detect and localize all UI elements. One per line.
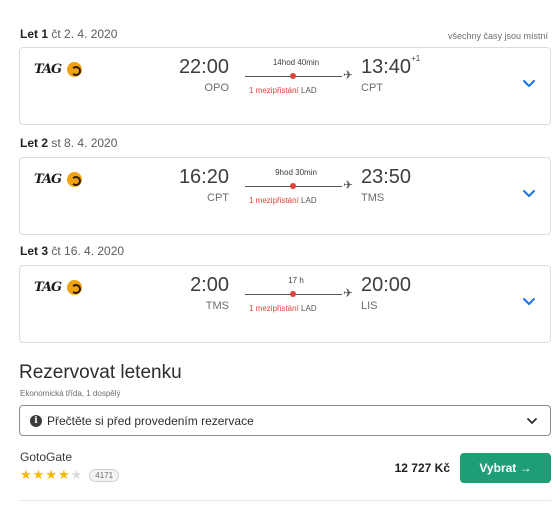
arrival-time: 23:50 — [361, 166, 411, 189]
chevron-down-icon[interactable] — [522, 76, 536, 90]
stops-count: 1 mezipřistání — [249, 196, 299, 205]
airline-emblem-icon — [67, 172, 83, 187]
star-icon: ★ — [32, 467, 45, 482]
airline-logo: TAG — [34, 280, 83, 295]
stop-dot-icon — [290, 73, 296, 79]
flight-label: Let 3 — [20, 244, 49, 258]
flight-card-1[interactable]: TAG 22:00 OPO 14hod 40min ✈ 1 mezipřistá… — [19, 47, 551, 125]
flight-duration: 14hod 40min — [272, 58, 320, 67]
star-icon: ★ — [57, 467, 70, 482]
star-empty-icon: ★ — [70, 467, 83, 482]
stop-dot-icon — [290, 183, 296, 189]
arrival-time-value: 13:40 — [361, 56, 412, 78]
stop-dot-icon — [290, 291, 296, 297]
review-count: 4171 — [89, 468, 120, 482]
flight-card-3[interactable]: TAG 2:00 TMS 17 h ✈ 1 mezipřistání LAD 2… — [19, 265, 551, 343]
stops-count: 1 mezipřistání — [249, 304, 299, 313]
flight-date: čt 16. 4. 2020 — [51, 244, 125, 258]
airline-logo: TAG — [34, 172, 83, 187]
airline-logo-text: TAG — [34, 62, 62, 77]
departure-time: 2:00 — [190, 274, 229, 296]
arrival-time-value: 20:00 — [361, 274, 412, 296]
stops-info: 1 mezipřistání LAD — [249, 304, 317, 313]
chevron-down-icon — [527, 418, 537, 424]
arrival-airport: CPT — [361, 82, 383, 94]
arrival-time: 13:40+1 — [361, 54, 421, 79]
departure-airport: CPT — [207, 192, 229, 204]
flight-label: Let 1 — [20, 27, 49, 41]
arrival-time-value: 23:50 — [361, 166, 412, 188]
flight-date: čt 2. 4. 2020 — [51, 27, 118, 41]
agency-name: GotoGate — [20, 450, 73, 464]
flight-route: 9hod 30min ✈ 1 mezipřistání LAD — [245, 166, 355, 222]
plane-icon: ✈ — [343, 178, 354, 192]
flight-1-header: Let 1 čt 2. 4. 2020 — [20, 27, 117, 41]
departure-airport: OPO — [204, 82, 229, 94]
plane-icon: ✈ — [343, 286, 354, 300]
airline-emblem-icon — [67, 280, 83, 295]
airline-logo: TAG — [34, 62, 83, 77]
stop-airport: LAD — [301, 86, 317, 95]
stop-airport: LAD — [301, 196, 317, 205]
flight-route: 17 h ✈ 1 mezipřistání LAD — [245, 274, 355, 330]
plane-icon: ✈ — [343, 68, 354, 82]
flight-2-header: Let 2 st 8. 4. 2020 — [20, 136, 117, 150]
flight-date: st 8. 4. 2020 — [51, 136, 118, 150]
departure-time: 22:00 — [178, 56, 229, 78]
star-icon: ★ — [20, 467, 32, 482]
stops-info: 1 mezipřistání LAD — [249, 86, 317, 95]
arrival-time: 20:00 — [361, 274, 411, 297]
notice-text: Přečtěte si před provedením rezervace — [47, 414, 254, 428]
star-icon: ★ — [45, 467, 57, 482]
airline-logo-text: TAG — [34, 280, 62, 295]
flight-label: Let 2 — [20, 136, 49, 150]
arrival-airport: LIS — [361, 300, 378, 312]
chevron-down-icon[interactable] — [522, 294, 536, 308]
flight-3-header: Let 3 čt 16. 4. 2020 — [20, 244, 124, 258]
agency-rating: ★ ★ ★ ★ ★ 4171 — [20, 467, 120, 483]
chevron-down-icon[interactable] — [522, 186, 536, 200]
flight-duration: 17 h — [288, 276, 304, 285]
divider — [19, 500, 551, 501]
departure-time: 16:20 — [178, 166, 229, 188]
booking-notice-dropdown[interactable]: i Přečtěte si před provedením rezervace — [19, 405, 551, 436]
booking-subtitle: Ekonomická třída, 1 dospělý — [20, 389, 121, 398]
stops-info: 1 mezipřistání LAD — [249, 196, 317, 205]
flight-card-2[interactable]: TAG 16:20 CPT 9hod 30min ✈ 1 mezipřistán… — [19, 157, 551, 235]
arrival-airport: TMS — [361, 192, 385, 204]
select-button[interactable]: Vybrat → — [460, 453, 551, 483]
airline-emblem-icon — [67, 62, 83, 77]
stop-airport: LAD — [301, 304, 317, 313]
info-icon: i — [30, 415, 42, 427]
stops-count: 1 mezipřistání — [249, 86, 299, 95]
flight-duration: 9hod 30min — [275, 168, 317, 177]
departure-airport: TMS — [205, 300, 229, 312]
booking-title: Rezervovat letenku — [19, 362, 182, 383]
airline-logo-text: TAG — [34, 172, 62, 187]
arrival-day-offset: +1 — [411, 54, 421, 64]
price: 12 727 Kč — [394, 461, 450, 475]
flight-route: 14hod 40min ✈ 1 mezipřistání LAD — [245, 56, 355, 112]
timezone-note: všechny časy jsou místní — [447, 31, 548, 41]
